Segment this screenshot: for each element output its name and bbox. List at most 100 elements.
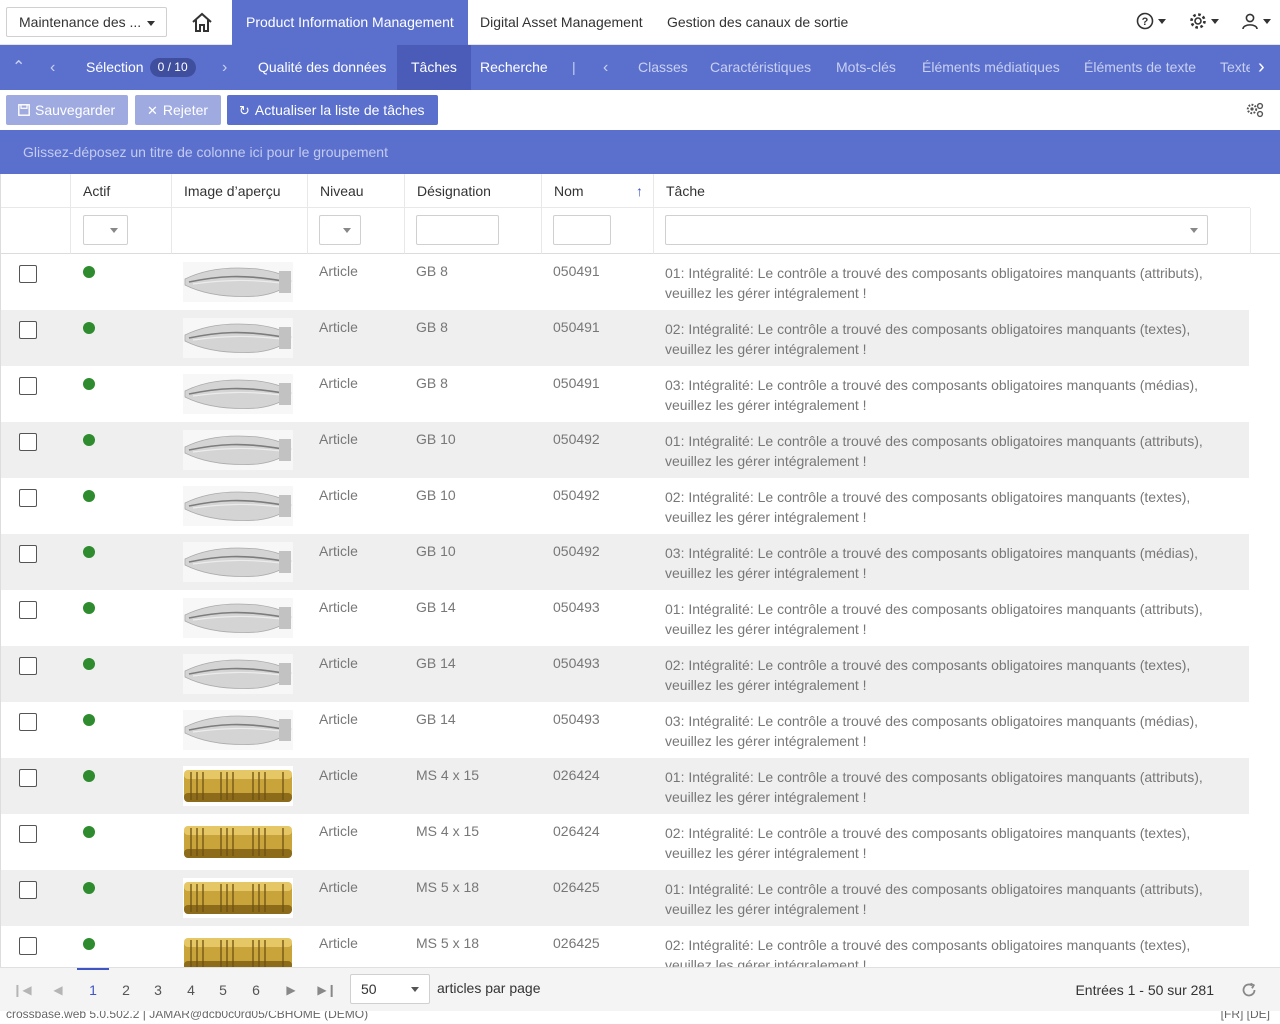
refresh-task-list-button[interactable]: ↻ Actualiser la liste de tâches (227, 95, 438, 125)
table-row[interactable]: Article GB 10 050492 01: Intégralité: Le co… (1, 422, 1250, 478)
cell-nom: 050491 (553, 263, 600, 279)
table-row[interactable]: Article GB 10 050492 03: Intégralité: Le co… (1, 534, 1250, 590)
first-page-icon[interactable]: ❙◀ (6, 968, 38, 1012)
row-checkbox[interactable] (19, 937, 37, 955)
reject-button[interactable]: ✕ Rejeter (135, 95, 221, 125)
nav-item-classes[interactable]: Classes (638, 45, 688, 90)
product-preview-image[interactable] (183, 542, 293, 582)
settings-menu[interactable] (1189, 12, 1219, 32)
user-menu[interactable] (1241, 12, 1271, 32)
cell-designation: GB 14 (416, 599, 456, 615)
header-actif[interactable]: Actif (70, 174, 171, 208)
table-row[interactable]: Article GB 8 050491 01: Intégralité: Le con… (1, 254, 1250, 310)
table-row[interactable]: Article GB 14 050493 02: Intégralité: Le co… (1, 646, 1250, 702)
product-preview-image[interactable] (183, 374, 293, 414)
table-row[interactable]: Article GB 10 050492 02: Intégralité: Le co… (1, 478, 1250, 534)
nav-selection[interactable]: Sélection 0 / 10 (86, 45, 196, 90)
nav-item-features[interactable]: Caractéristiques (710, 45, 811, 90)
nav-item-data-quality[interactable]: Qualité des données (258, 45, 386, 90)
product-preview-image[interactable] (183, 598, 293, 638)
cell-tache: 01: Intégralité: Le contrôle a trouvé de… (665, 433, 1203, 469)
row-checkbox[interactable] (19, 489, 37, 507)
help-menu[interactable]: ? (1136, 12, 1166, 32)
active-status-dot (83, 658, 95, 670)
filter-tache-dropdown[interactable] (665, 215, 1208, 245)
grid-header: Actif Image d’aperçu Niveau Désignation … (0, 174, 1280, 254)
row-checkbox[interactable] (19, 545, 37, 563)
page-6[interactable]: 6 (240, 968, 272, 1012)
row-checkbox[interactable] (19, 825, 37, 843)
row-checkbox[interactable] (19, 881, 37, 899)
cell-nom: 050492 (553, 487, 600, 503)
product-preview-image[interactable] (183, 318, 293, 358)
table-row[interactable]: Article GB 14 050493 01: Intégralité: Le co… (1, 590, 1250, 646)
chevron-left-icon[interactable]: ‹ (603, 45, 608, 90)
next-page-icon[interactable]: ▶ (275, 968, 307, 1012)
tab-output-channels[interactable]: Gestion des canaux de sortie (653, 0, 862, 45)
nav-item-keywords[interactable]: Mots-clés (836, 45, 896, 90)
table-row[interactable]: Article GB 14 050493 03: Intégralité: Le co… (1, 702, 1250, 758)
table-row[interactable]: Article GB 8 050491 02: Intégralité: Le con… (1, 310, 1250, 366)
nav-item-texts[interactable]: Texte (1220, 45, 1250, 90)
nav-item-tasks[interactable]: Tâches (397, 45, 471, 90)
table-row[interactable]: Article MS 5 x 18 026425 01: Intégralité: L… (1, 870, 1250, 926)
last-page-icon[interactable]: ▶❙ (311, 968, 343, 1012)
table-row[interactable]: Article GB 8 050491 03: Intégralité: Le con… (1, 366, 1250, 422)
chevron-left-icon[interactable]: ‹ (50, 45, 55, 90)
header-nom[interactable]: Nom ↑ (541, 174, 653, 208)
filter-actif-dropdown[interactable] (83, 215, 128, 245)
prev-page-icon[interactable]: ◀ (42, 968, 74, 1012)
page-1[interactable]: 1 (77, 968, 109, 1012)
filter-designation-input[interactable] (416, 215, 499, 245)
product-preview-image[interactable] (183, 766, 293, 806)
chevron-up-icon[interactable]: ⌃ (12, 45, 25, 90)
workspace-select[interactable]: Maintenance des ... (6, 7, 167, 37)
page-size-select[interactable]: 50 (350, 974, 430, 1004)
table-row[interactable]: Article MS 4 x 15 026424 01: Intégralité: L… (1, 758, 1250, 814)
product-preview-image[interactable] (183, 654, 293, 694)
page-5[interactable]: 5 (207, 968, 239, 1012)
product-preview-image[interactable] (183, 934, 293, 967)
tab-pim[interactable]: Product Information Management (232, 0, 468, 45)
page-size-label: articles par page (437, 980, 541, 996)
chevron-right-icon[interactable]: › (1258, 45, 1265, 90)
filter-niveau-dropdown[interactable] (319, 215, 361, 245)
row-checkbox[interactable] (19, 377, 37, 395)
product-preview-image[interactable] (183, 710, 293, 750)
nav-item-media[interactable]: Éléments médiatiques (922, 45, 1060, 90)
language-switch[interactable]: [FR] [DE] (1221, 1011, 1270, 1021)
row-checkbox[interactable] (19, 433, 37, 451)
header-niveau[interactable]: Niveau (307, 174, 404, 208)
header-select[interactable] (1, 174, 70, 208)
header-preview-image[interactable]: Image d’aperçu (171, 174, 307, 208)
page-3[interactable]: 3 (142, 968, 174, 1012)
grid-settings-icon[interactable] (1246, 102, 1264, 118)
page-4[interactable]: 4 (175, 968, 207, 1012)
row-checkbox[interactable] (19, 321, 37, 339)
product-preview-image[interactable] (183, 878, 293, 918)
group-drop-zone[interactable]: Glissez-déposez un titre de colonne ici … (0, 130, 1280, 174)
product-preview-image[interactable] (183, 430, 293, 470)
chevron-right-icon[interactable]: › (222, 45, 227, 90)
row-checkbox[interactable] (19, 265, 37, 283)
product-preview-image[interactable] (183, 822, 293, 862)
table-row[interactable]: Article MS 4 x 15 026424 02: Intégralité: L… (1, 814, 1250, 870)
row-checkbox[interactable] (19, 713, 37, 731)
home-icon[interactable] (190, 11, 214, 33)
product-preview-image[interactable] (183, 486, 293, 526)
save-button[interactable]: Sauvegarder (6, 95, 128, 125)
header-tache[interactable]: Tâche (653, 174, 1250, 208)
row-checkbox[interactable] (19, 769, 37, 787)
nav-item-text-elements[interactable]: Éléments de texte (1084, 45, 1196, 90)
header-designation[interactable]: Désignation (404, 174, 541, 208)
row-checkbox[interactable] (19, 601, 37, 619)
refresh-icon[interactable] (1240, 981, 1258, 999)
page-2[interactable]: 2 (110, 968, 142, 1012)
row-checkbox[interactable] (19, 657, 37, 675)
product-preview-image[interactable] (183, 262, 293, 302)
grid-scrollbar-area[interactable] (1249, 254, 1280, 967)
nav-item-search[interactable]: Recherche (480, 45, 548, 90)
filter-nom-input[interactable] (553, 215, 611, 245)
table-row[interactable]: Article MS 5 x 18 026425 02: Intégralité: L… (1, 926, 1250, 967)
tab-dam[interactable]: Digital Asset Management (466, 0, 657, 45)
